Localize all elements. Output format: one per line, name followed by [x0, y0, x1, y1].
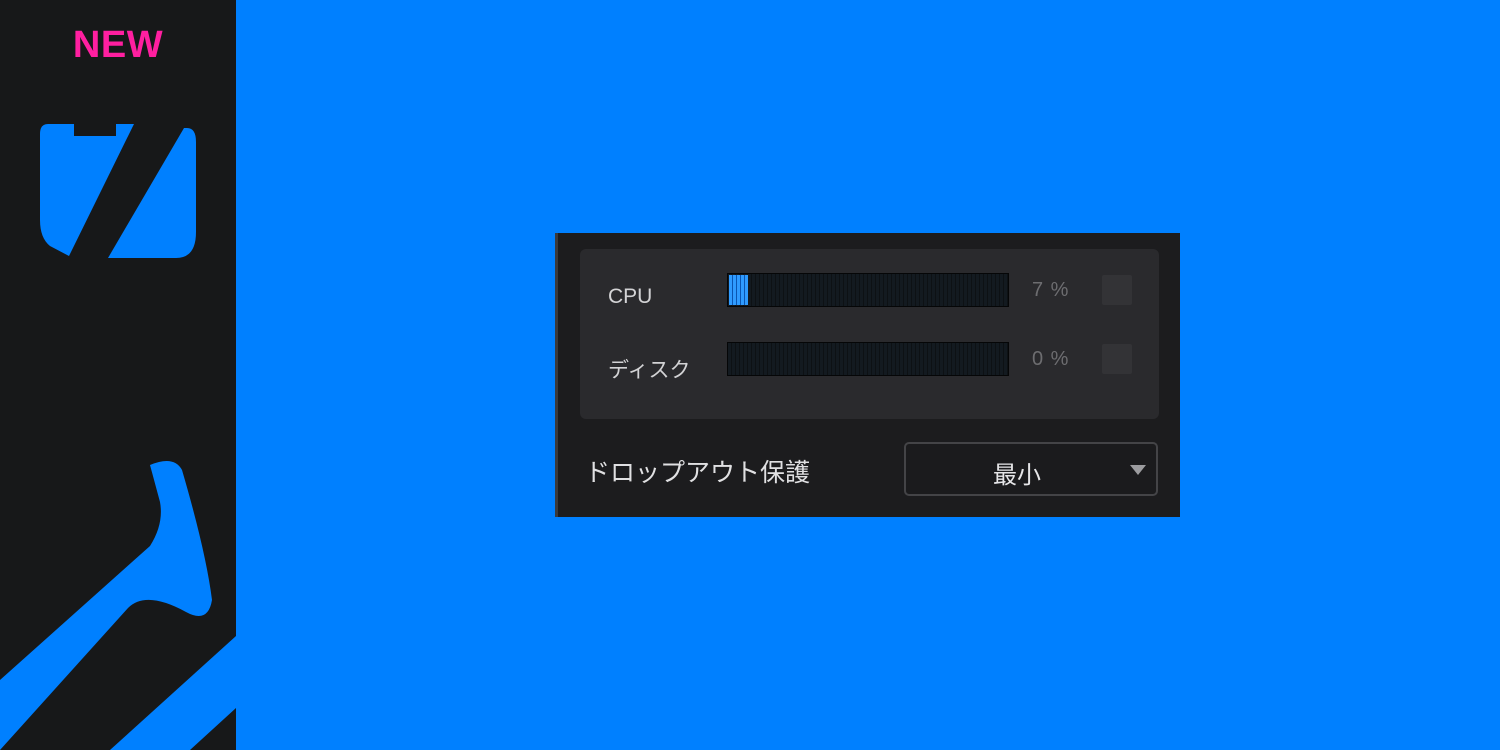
cpu-meter-row: CPU 7 % [580, 273, 1159, 313]
decorative-shape [0, 461, 236, 750]
meter-group: CPU 7 % ディスク 0 % [580, 249, 1159, 419]
cpu-meter-fill [729, 275, 748, 305]
performance-panel: CPU 7 % ディスク 0 % ドロップアウト保護 最小 [555, 233, 1180, 517]
dropout-protection-value: 最小 [993, 461, 1041, 489]
dropout-protection-select[interactable]: 最小 [904, 442, 1158, 496]
dropout-protection-label: ドロップアウト保護 [585, 458, 811, 487]
sidebar: NEW [0, 0, 236, 750]
disk-meter-row: ディスク 0 % [580, 342, 1159, 382]
cpu-overload-indicator [1102, 275, 1132, 305]
cpu-label: CPU [608, 285, 653, 308]
disk-value: 0 % [1032, 348, 1070, 370]
cpu-meter-bar [727, 273, 1009, 307]
disk-overload-indicator [1102, 344, 1132, 374]
cpu-value: 7 % [1032, 279, 1070, 301]
disk-label: ディスク [608, 359, 691, 382]
disk-meter-bar [727, 342, 1009, 376]
dropdown-arrow-icon [1130, 465, 1146, 475]
